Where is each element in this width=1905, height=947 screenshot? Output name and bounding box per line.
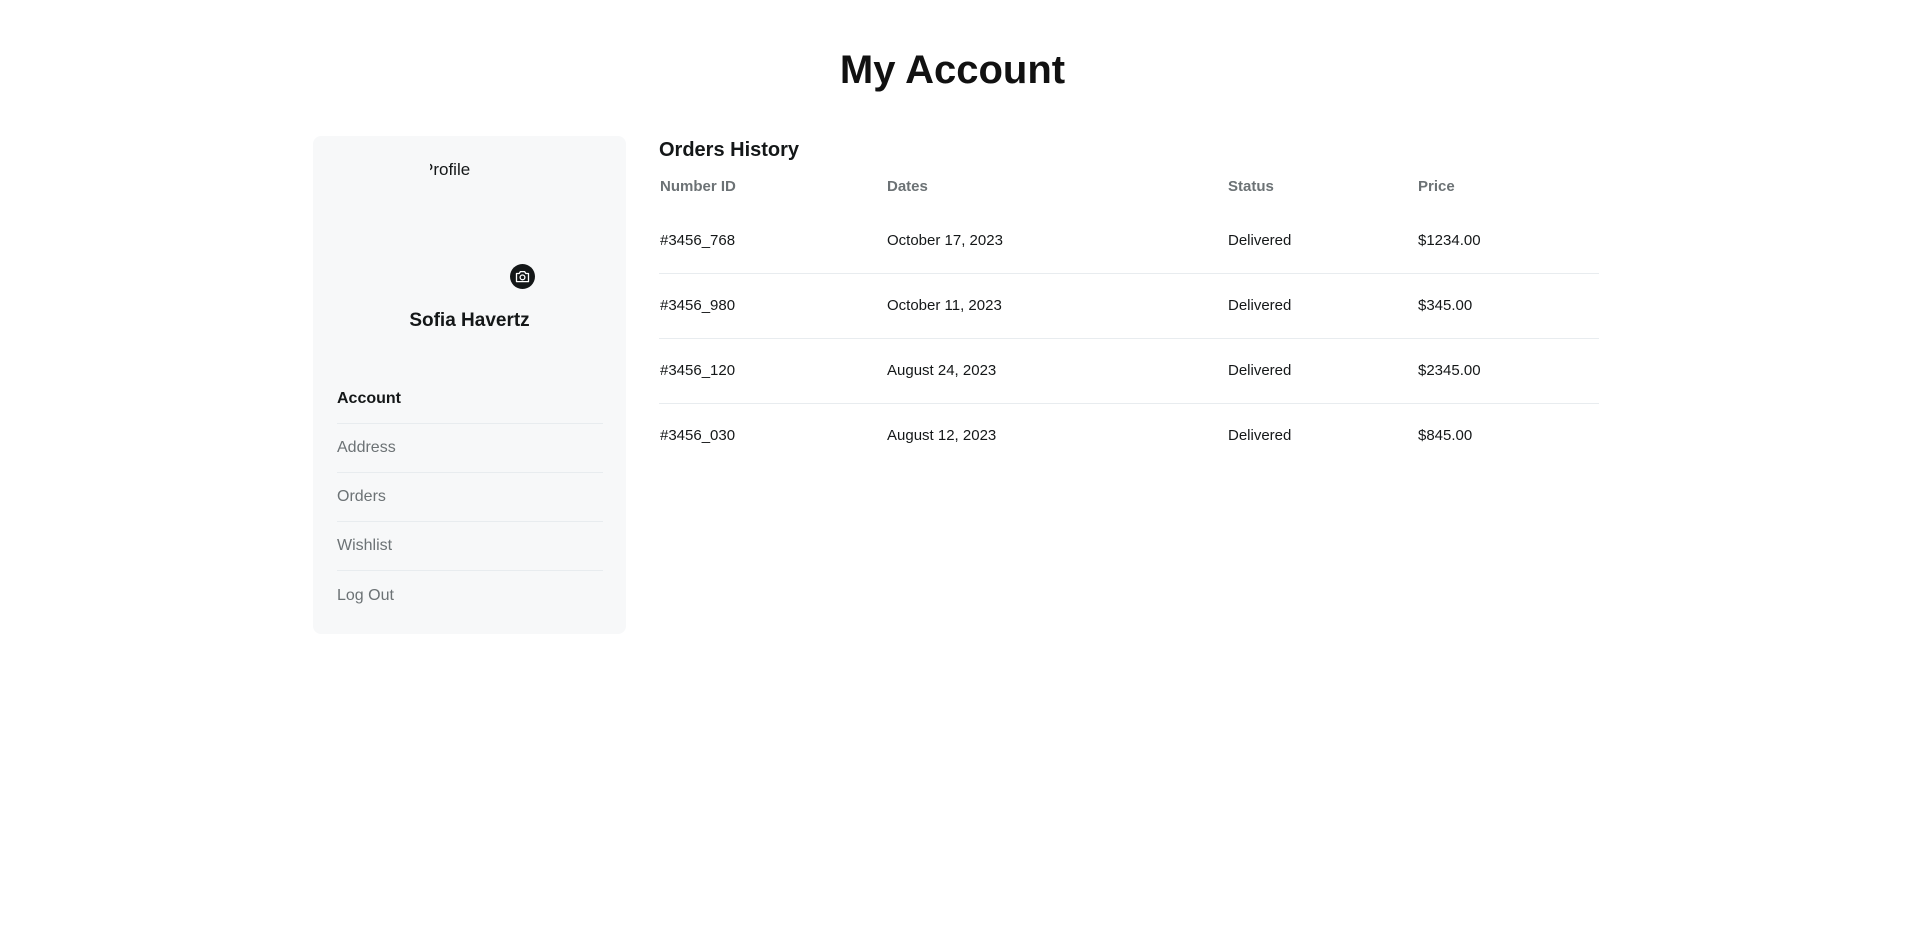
order-status-cell: Delivered	[1228, 208, 1418, 274]
order-id-cell: #3456_980	[659, 273, 887, 339]
orders-history-title: Orders History	[659, 139, 800, 161]
order-price-cell: $345.00	[1418, 273, 1599, 339]
order-date-cell: October 11, 2023	[887, 273, 1228, 339]
order-status-cell: Delivered	[1228, 273, 1418, 339]
column-header-dates: Dates	[887, 178, 928, 195]
column-header-price: Price	[1418, 178, 1455, 195]
order-date-cell: August 24, 2023	[887, 338, 1228, 404]
table-row: #3456_768 October 17, 2023 Delivered $12…	[659, 208, 1599, 274]
table-row: #3456_980 October 11, 2023 Delivered $34…	[659, 273, 1599, 339]
order-status-cell: Delivered	[1228, 338, 1418, 404]
table-row: #3456_120 August 24, 2023 Delivered $234…	[659, 338, 1599, 404]
orders-table: Number ID Dates Status Price #3456_768 O…	[659, 178, 1599, 468]
order-status-cell: Delivered	[1228, 427, 1292, 445]
order-price-cell: $1234.00	[1418, 208, 1599, 274]
page-title: My Account	[839, 48, 1066, 92]
table-row: #3456_030 August 12, 2023 Delivered $845…	[659, 403, 1599, 468]
order-id-cell: #3456_768	[659, 208, 887, 274]
sidebar-item-address[interactable]: Address	[337, 424, 603, 473]
sidebar-item-orders[interactable]: Orders	[337, 473, 603, 522]
column-header-number-id: Number ID	[660, 178, 736, 195]
order-price-cell: $845.00	[1418, 427, 1473, 445]
order-date-cell: October 17, 2023	[887, 208, 1228, 274]
orders-history-section: Orders History Number ID Dates Status Pr…	[659, 136, 1599, 468]
table-header-row: Number ID Dates Status Price	[659, 178, 1599, 208]
account-nav: Account Address Orders Wishlist Log Out	[337, 375, 603, 620]
sidebar-item-wishlist[interactable]: Wishlist	[337, 522, 603, 571]
column-header-status: Status	[1228, 178, 1274, 195]
order-id-cell: #3456_030	[660, 427, 736, 445]
order-date-cell: August 12, 2023	[887, 427, 997, 445]
camera-icon	[515, 270, 530, 283]
change-avatar-button[interactable]	[510, 264, 535, 289]
sidebar-item-account[interactable]: Account	[337, 375, 603, 424]
avatar-alt-text: Profile	[430, 160, 471, 179]
avatar: Profile	[430, 160, 510, 280]
order-id-cell: #3456_120	[659, 338, 887, 404]
order-price-cell: $2345.00	[1418, 338, 1599, 404]
sidebar-item-log-out[interactable]: Log Out	[337, 571, 603, 620]
account-sidebar: Profile Sofia Havertz Account Address Or…	[313, 136, 626, 634]
user-name: Sofia Havertz	[409, 310, 530, 331]
